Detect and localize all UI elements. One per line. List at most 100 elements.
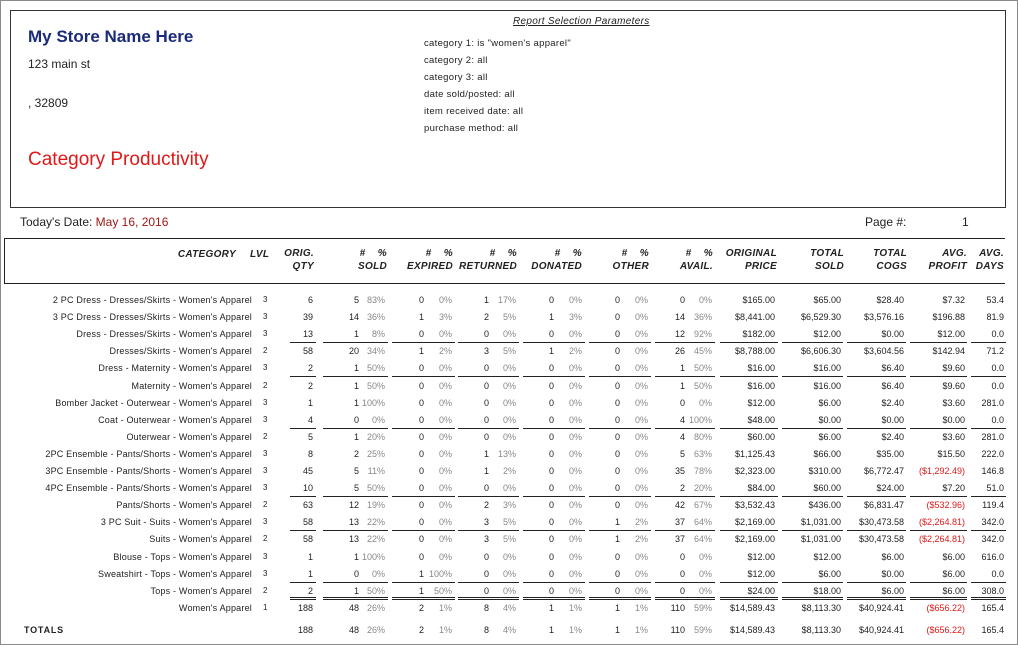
oth-cell: 0 — [614, 431, 620, 442]
sold-cell: 5 — [353, 483, 359, 494]
table-row: Suits - Women's Apparel 2 58 13 22% 0 0% 3 5% 0 0%… — [0, 531, 1018, 547]
lvl-cell: 3 — [263, 363, 268, 373]
ret-cell: 1 — [483, 466, 489, 476]
table-row: 2 PC Dress - Dresses/Skirts - Women's Ap… — [0, 292, 1018, 308]
oth-cell: 0 — [614, 568, 620, 579]
cogs-cell: $30,473.58 — [858, 534, 904, 545]
av-cell: 1 — [679, 363, 685, 374]
tsold-cell: $16.00 — [813, 363, 841, 374]
lvl-cell: 2 — [263, 500, 268, 510]
don-cell: 0 — [548, 517, 554, 528]
av-cell: 0 — [679, 397, 685, 408]
exp-cell: 1 — [418, 568, 424, 579]
price-cell: $8,441.00 — [734, 312, 775, 323]
tsold-cell: $12.00 — [813, 551, 841, 562]
tsold-cell: $6.00 — [818, 397, 841, 408]
lvl-cell: 3 — [263, 517, 268, 527]
don-p-cell: 0% — [568, 568, 582, 579]
sold-cell: 14 — [348, 312, 359, 323]
oth-p-cell: 2% — [634, 517, 648, 528]
sold-cell: 1 — [353, 363, 359, 374]
category-cell: 4PC Ensemble - Pants/Shorts - Women's Ap… — [45, 483, 252, 494]
cogs-cell: $3,604.56 — [863, 346, 904, 357]
oth-p-cell: 0% — [634, 346, 648, 357]
av-cell: 110 — [670, 602, 685, 613]
price-cell: $14,589.43 — [729, 625, 775, 635]
don-p-cell: 0% — [568, 363, 582, 374]
qty-cell: 1 — [307, 551, 313, 562]
price-cell: $2,169.00 — [734, 534, 775, 545]
exp-cell: 2 — [418, 625, 424, 635]
ret-cell: 1 — [483, 295, 489, 305]
col-total-sold: TOTAL SOLD — [810, 248, 844, 272]
price-cell: $48.00 — [747, 414, 775, 425]
cogs-cell: $6,831.47 — [863, 500, 904, 511]
don-cell: 0 — [548, 568, 554, 579]
price-cell: $24.00 — [747, 585, 775, 596]
totals-label: TOTALS — [24, 625, 64, 635]
ret-p-cell: 0% — [502, 585, 516, 596]
don-p-cell: 0% — [568, 414, 582, 425]
page-label: Page #: — [865, 215, 907, 229]
exp-cell: 0 — [418, 551, 424, 562]
total-double-rule — [720, 598, 778, 600]
don-p-cell: 2% — [568, 346, 582, 357]
param-line: category 2: all — [424, 55, 488, 66]
av-cell: 0 — [679, 585, 685, 596]
oth-p-cell: 0% — [634, 466, 648, 476]
total-double-rule — [971, 596, 1006, 598]
total-double-rule — [392, 596, 455, 598]
oth-p-cell: 0% — [634, 483, 648, 494]
av-p-cell: 0% — [698, 551, 712, 562]
sold-cell: 48 — [348, 602, 359, 613]
sold-p-cell: 50% — [366, 363, 385, 374]
price-cell: $12.00 — [747, 397, 775, 408]
table-row: Bomber Jacket - Outerwear - Women's Appa… — [0, 395, 1018, 411]
don-cell: 0 — [548, 363, 554, 374]
qty-cell: 58 — [302, 517, 313, 528]
sold-cell: 1 — [353, 585, 359, 596]
sold-p-cell: 26% — [366, 625, 385, 635]
tsold-cell: $0.00 — [818, 414, 841, 425]
don-cell: 0 — [548, 329, 554, 340]
don-cell: 0 — [548, 551, 554, 562]
exp-cell: 0 — [418, 363, 424, 374]
total-double-rule — [323, 596, 388, 598]
sold-cell: 1 — [353, 380, 359, 391]
ret-p-cell: 0% — [502, 380, 516, 391]
lvl-cell: 3 — [263, 551, 268, 561]
days-cell: 222.0 — [981, 448, 1004, 459]
report-title: Category Productivity — [28, 149, 209, 170]
category-cell: 2PC Ensemble - Pants/Shorts - Women's Ap… — [45, 448, 252, 459]
price-cell: $2,323.00 — [734, 466, 775, 476]
exp-p-cell: 0% — [438, 397, 452, 408]
ret-cell: 2 — [483, 312, 489, 323]
table-row: 4PC Ensemble - Pants/Shorts - Women's Ap… — [0, 480, 1018, 496]
profit-cell: $9.60 — [942, 363, 965, 374]
don-cell: 1 — [548, 346, 554, 357]
days-cell: 119.4 — [982, 500, 1004, 511]
oth-cell: 0 — [614, 483, 620, 494]
tsold-cell: $6.00 — [818, 431, 841, 442]
oth-p-cell: 0% — [634, 414, 648, 425]
lvl-cell: 3 — [263, 448, 268, 458]
exp-cell: 0 — [418, 397, 424, 408]
exp-p-cell: 0% — [438, 551, 452, 562]
oth-p-cell: 0% — [634, 568, 648, 579]
table-row: 3 PC Suit - Suits - Women's Apparel 3 58 13… — [0, 514, 1018, 530]
av-p-cell: 78% — [693, 466, 712, 476]
ret-p-cell: 4% — [502, 625, 516, 635]
ret-cell: 0 — [483, 483, 489, 494]
exp-cell: 1 — [418, 312, 424, 323]
oth-cell: 0 — [614, 295, 620, 305]
exp-p-cell: 0% — [438, 483, 452, 494]
category-cell: Dress - Maternity - Women's Apparel — [98, 363, 252, 374]
ret-cell: 0 — [483, 329, 489, 340]
price-cell: $182.00 — [742, 329, 775, 340]
lvl-cell: 2 — [263, 534, 268, 544]
days-cell: 53.4 — [986, 295, 1004, 305]
don-cell: 0 — [548, 414, 554, 425]
report-header: My Store Name Here 123 main st , 32809 C… — [10, 10, 1006, 208]
cogs-cell: $40,924.41 — [858, 602, 904, 613]
don-p-cell: 0% — [568, 551, 582, 562]
